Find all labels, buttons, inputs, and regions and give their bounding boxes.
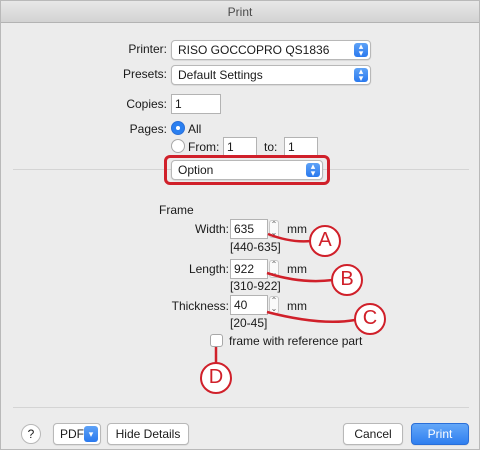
callout-c: C	[354, 303, 386, 335]
help-button[interactable]: ?	[21, 424, 41, 444]
pdf-button[interactable]: PDF ▾	[53, 423, 101, 445]
hide-details-button[interactable]: Hide Details	[107, 423, 189, 445]
callout-line-a	[267, 232, 312, 243]
cancel-button[interactable]: Cancel	[343, 423, 403, 445]
separator	[13, 407, 469, 408]
callout-line-b	[266, 271, 334, 283]
chevron-down-icon: ▾	[84, 426, 98, 442]
pdf-label: PDF	[60, 427, 84, 441]
print-dialog: Print Printer: RISO GOCCOPRO QS1836 ▴ ▾ P…	[0, 0, 480, 450]
callout-a: A	[309, 225, 341, 257]
callout-d: D	[200, 362, 232, 394]
callout-b: B	[331, 264, 363, 296]
callout-lines	[214, 232, 356, 363]
callout-line-c	[266, 310, 356, 324]
print-button[interactable]: Print	[411, 423, 469, 445]
